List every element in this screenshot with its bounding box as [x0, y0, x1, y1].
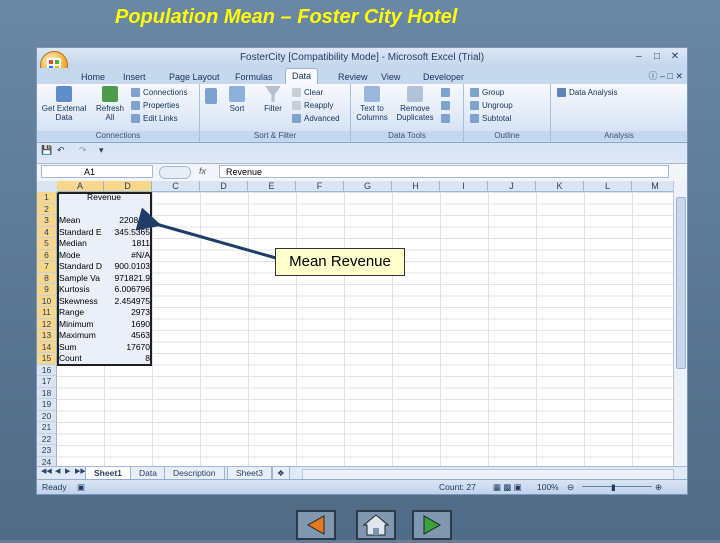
back-button[interactable] — [296, 510, 336, 540]
forward-button[interactable] — [412, 510, 452, 540]
home-icon — [362, 514, 390, 536]
callout-mean-revenue: Mean Revenue — [275, 248, 405, 276]
back-arrow-icon — [306, 515, 325, 535]
forward-arrow-icon — [423, 515, 442, 535]
home-button[interactable] — [356, 510, 396, 540]
